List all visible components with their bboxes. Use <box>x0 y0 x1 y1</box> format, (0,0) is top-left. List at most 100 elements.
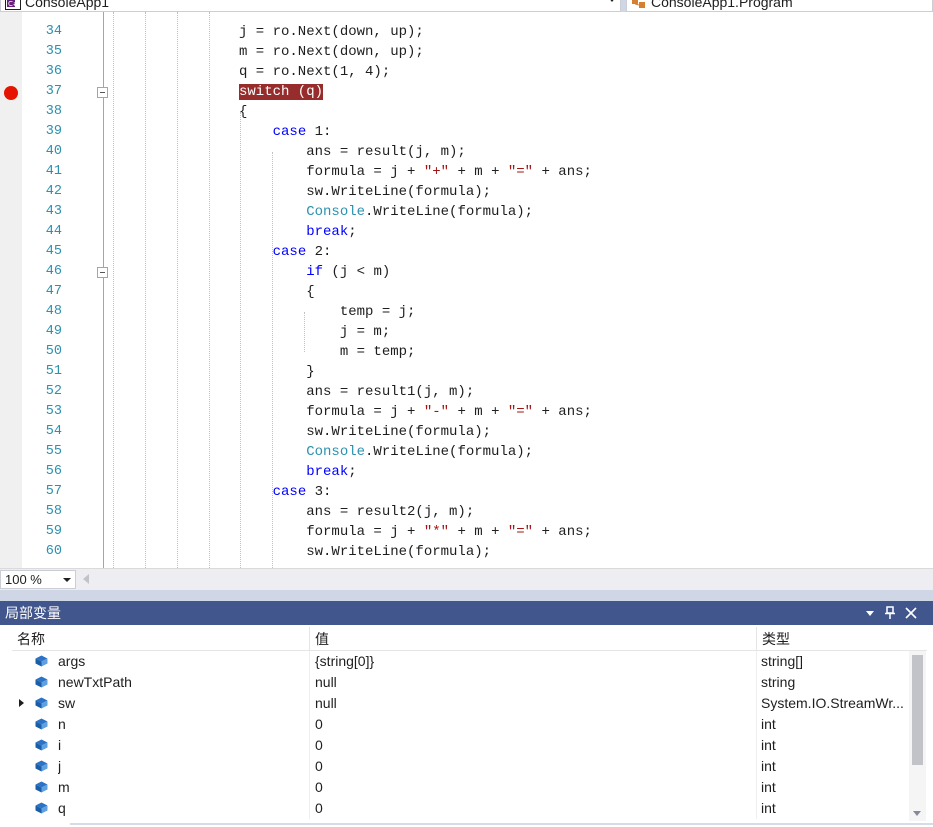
zoom-level-dropdown[interactable]: 100 % <box>0 570 76 589</box>
table-row[interactable]: j 0 int <box>12 756 909 777</box>
column-header-type[interactable]: 类型 <box>762 630 790 648</box>
code-line[interactable]: ans = result1(j, m); <box>239 382 474 402</box>
pin-icon[interactable] <box>882 604 898 621</box>
local-variable-icon <box>35 781 48 793</box>
code-line[interactable]: case 2: <box>239 242 332 262</box>
line-number: 37 <box>45 84 62 99</box>
code-line[interactable]: m = ro.Next(down, up); <box>239 42 424 62</box>
code-line[interactable]: Console.WriteLine(formula); <box>239 202 533 222</box>
table-row[interactable]: args {string[0]} string[] <box>12 651 909 672</box>
column-header-value[interactable]: 值 <box>315 630 329 648</box>
code-editor[interactable]: 34 35 36 37 38 39 40 41 42 43 44 45 46 47 48 49 50 51 52 53… <box>0 12 933 568</box>
code-line[interactable]: j = ro.Next(down, up); <box>239 22 424 42</box>
line-number: 56 <box>45 464 62 479</box>
cell-divider <box>756 735 757 756</box>
collapse-switch-icon[interactable] <box>97 87 108 98</box>
code-line[interactable]: sw.WriteLine(formula); <box>239 542 491 562</box>
code-line[interactable]: formula = j + "+" + m + "=" + ans; <box>239 162 592 182</box>
scroll-left-icon[interactable] <box>83 574 89 584</box>
code-line[interactable]: { <box>239 282 314 302</box>
close-icon[interactable] <box>903 604 919 621</box>
code-token: + ans; <box>533 524 592 540</box>
string-token: "=" <box>507 524 534 540</box>
scroll-down-icon[interactable] <box>913 811 921 816</box>
local-value[interactable]: 0 <box>315 800 750 817</box>
type-token: Console <box>306 204 366 220</box>
code-line[interactable] <box>239 12 306 22</box>
cell-divider <box>756 693 757 714</box>
column-divider[interactable] <box>309 627 310 651</box>
code-line[interactable]: { <box>239 102 247 122</box>
chevron-down-icon <box>608 0 616 2</box>
code-line[interactable]: temp = j; <box>239 302 416 322</box>
code-line[interactable]: break; <box>239 462 356 482</box>
collapse-if-icon[interactable] <box>97 267 108 278</box>
window-position-dropdown-icon[interactable] <box>862 604 878 621</box>
breakpoint-margin[interactable] <box>0 12 22 568</box>
local-value[interactable]: 0 <box>315 737 750 754</box>
local-name: i <box>58 737 62 753</box>
local-variable-icon <box>35 760 48 772</box>
code-line[interactable]: } <box>239 362 314 382</box>
locals-title: 局部变量 <box>5 605 61 621</box>
vertical-scrollbar[interactable] <box>909 651 926 821</box>
table-row[interactable]: n 0 int <box>12 714 909 735</box>
code-line[interactable]: q = ro.Next(1, 4); <box>239 62 390 82</box>
code-line[interactable]: ans = result(j, m); <box>239 142 466 162</box>
navigation-bar: C# ConsoleApp1 ConsoleApp1.Program <box>0 0 933 12</box>
table-row[interactable]: q 0 int <box>12 798 909 819</box>
code-line[interactable]: formula = j + "*" + m + "=" + ans; <box>239 522 592 542</box>
column-divider[interactable] <box>756 627 757 651</box>
scrollbar-thumb[interactable] <box>912 655 923 765</box>
keyword-token: case <box>272 124 307 140</box>
code-token: .WriteLine(formula); <box>365 204 534 220</box>
string-token: "*" <box>423 524 450 540</box>
code-line[interactable]: switch (q) <box>239 82 324 102</box>
locals-grid[interactable]: 名称 值 类型 args {string[0]} string[] newTxtPat… <box>0 625 933 827</box>
line-number: 44 <box>45 224 62 239</box>
code-line[interactable]: formula = j + "-" + m + "=" + ans; <box>239 402 592 422</box>
code-line[interactable]: j = m; <box>239 322 390 342</box>
member-dropdown[interactable]: ConsoleApp1.Program <box>626 0 933 12</box>
cell-divider <box>309 798 310 819</box>
code-line[interactable]: if (j < m) <box>239 262 390 282</box>
member-name: ConsoleApp1.Program <box>651 0 793 10</box>
local-value[interactable]: null <box>315 674 750 691</box>
local-variable-icon <box>35 739 48 751</box>
string-token: "=" <box>507 164 534 180</box>
table-row[interactable]: i 0 int <box>12 735 909 756</box>
breakpoint-icon[interactable] <box>4 86 18 100</box>
code-line[interactable]: sw.WriteLine(formula); <box>239 182 491 202</box>
local-type: System.IO.StreamWr... <box>761 695 904 711</box>
column-header-name[interactable]: 名称 <box>17 630 45 648</box>
code-token: + ans; <box>533 164 592 180</box>
local-value[interactable]: 0 <box>315 758 750 775</box>
code-token: + ans; <box>533 404 592 420</box>
code-line[interactable]: Console.WriteLine(formula); <box>239 442 533 462</box>
project-dropdown[interactable]: C# ConsoleApp1 <box>0 0 621 12</box>
code-line[interactable]: m = temp; <box>239 342 416 362</box>
table-row[interactable]: sw null System.IO.StreamWr... <box>12 693 909 714</box>
table-row[interactable]: m 0 int <box>12 777 909 798</box>
code-line[interactable]: case 3: <box>239 482 332 502</box>
local-name: j <box>58 758 62 774</box>
code-line[interactable]: sw.WriteLine(formula); <box>239 422 491 442</box>
local-value[interactable]: {string[0]} <box>315 653 750 670</box>
locals-title-bar[interactable]: 局部变量 <box>0 601 933 625</box>
local-value[interactable]: 0 <box>315 716 750 733</box>
expand-arrow-icon[interactable] <box>19 699 24 707</box>
table-row[interactable]: newTxtPath null string <box>12 672 909 693</box>
code-token: q = ro.Next(1, 4); <box>239 64 391 80</box>
code-text-area[interactable]: j = ro.Next(down, up); m = ro.Next(down, … <box>108 12 933 568</box>
local-value[interactable]: null <box>315 695 750 712</box>
code-token: .WriteLine(formula); <box>365 444 534 460</box>
code-line[interactable]: case 1: <box>239 122 332 142</box>
code-token: sw.WriteLine(formula); <box>239 544 492 560</box>
code-line[interactable]: break; <box>239 222 356 242</box>
code-token: sw.WriteLine(formula); <box>239 184 492 200</box>
code-line[interactable]: ans = result2(j, m); <box>239 502 474 522</box>
local-value[interactable]: 0 <box>315 779 750 796</box>
